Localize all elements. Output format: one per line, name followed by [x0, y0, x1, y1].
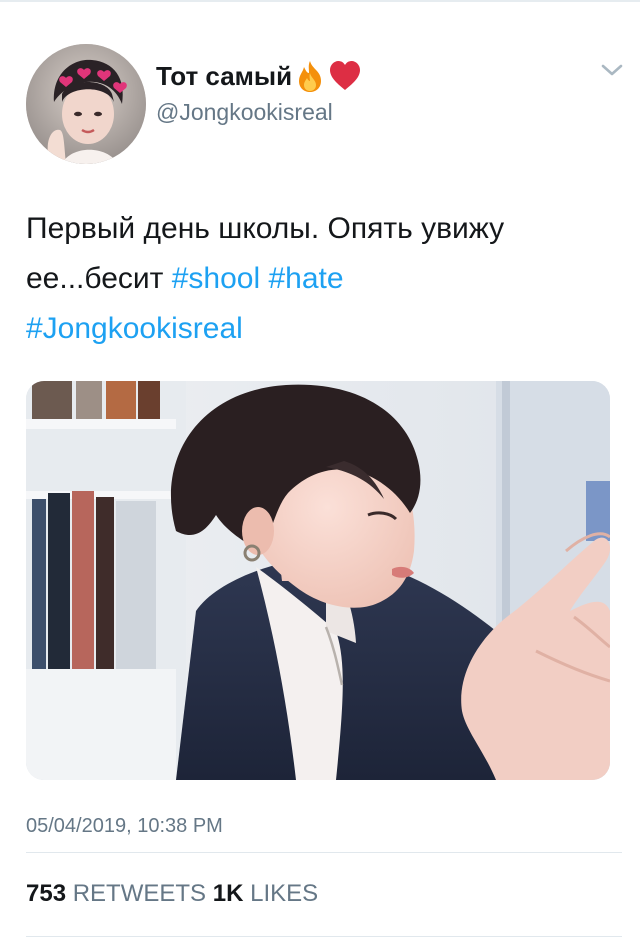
attached-photo-icon [26, 381, 610, 780]
display-name-row[interactable]: Тот самый [156, 56, 362, 96]
engagement-stats: 753 RETWEETS 1K LIKES [26, 878, 318, 910]
tweet-text-body: Первый день школы. Опять увижу ее...беси… [26, 212, 505, 295]
tweet-media[interactable] [26, 381, 610, 780]
retweets-stat[interactable]: 753 RETWEETS [26, 880, 213, 907]
chevron-down-icon[interactable] [598, 60, 626, 80]
avatar-photo-icon [26, 44, 146, 164]
likes-count: 1K [212, 880, 244, 907]
red-heart-emoji-icon [330, 61, 361, 90]
top-divider [0, 0, 640, 2]
tweet-timestamp[interactable]: 05/04/2019, 10:38 PM [26, 812, 223, 840]
retweets-label: RETWEETS [72, 880, 207, 907]
divider [26, 852, 622, 853]
fire-emoji-icon [299, 61, 322, 92]
hashtag-link[interactable]: #shool [172, 262, 260, 295]
hashtag-link[interactable]: #Jongkookisreal [26, 312, 243, 345]
author-handle[interactable]: @Jongkookisreal [156, 97, 333, 127]
avatar[interactable] [26, 44, 146, 164]
tweet-detail-page: Тот самый @Jongkookisreal Первый день шк… [0, 0, 640, 952]
likes-label: LIKES [250, 880, 319, 907]
likes-stat[interactable]: 1K LIKES [213, 880, 318, 907]
tweet-text: Первый день школы. Опять увижу ее...беси… [26, 204, 618, 354]
divider [26, 936, 622, 937]
display-name[interactable]: Тот самый [156, 56, 292, 96]
retweets-count: 753 [26, 880, 67, 907]
hashtag-link[interactable]: #hate [269, 262, 344, 295]
